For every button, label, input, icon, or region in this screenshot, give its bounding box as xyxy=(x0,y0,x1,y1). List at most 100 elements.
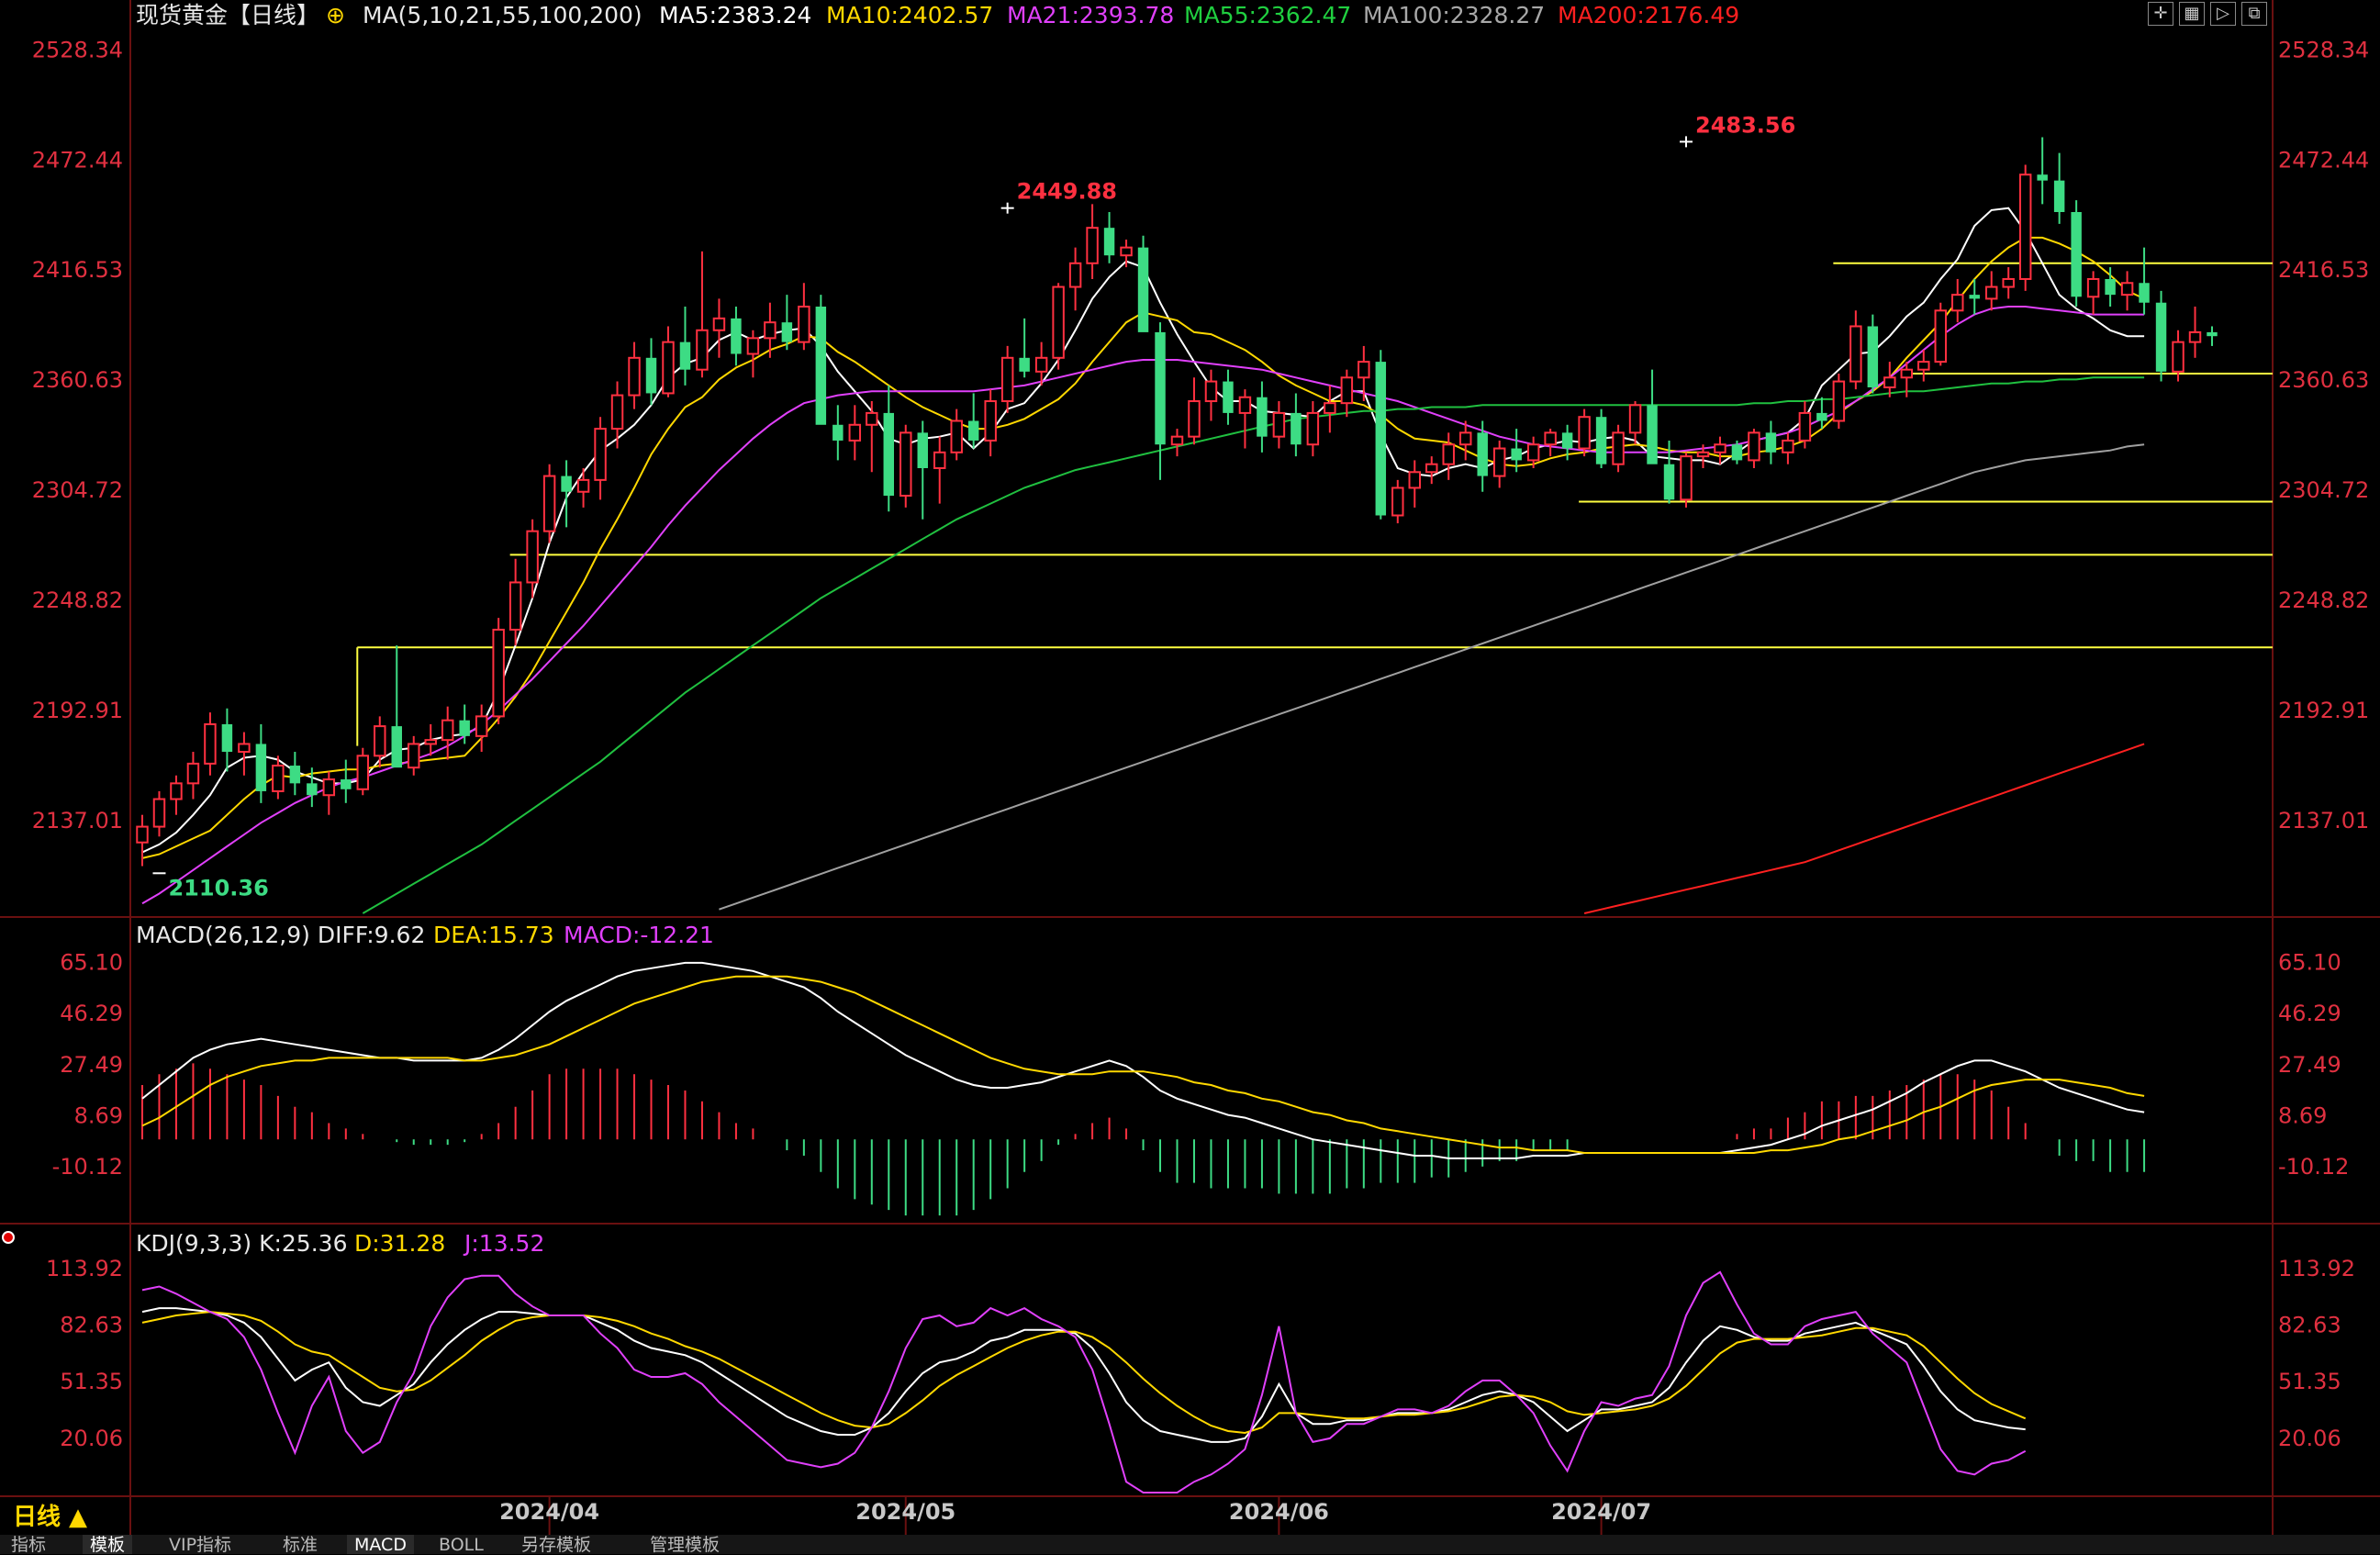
candle-body xyxy=(356,755,370,790)
candle xyxy=(1340,369,1354,418)
tab-3[interactable]: 标准 xyxy=(275,1535,325,1555)
settings-icon[interactable]: ⊕ xyxy=(326,2,345,28)
candle xyxy=(1000,345,1014,413)
candle-body xyxy=(917,432,928,468)
candle-body xyxy=(1832,380,1846,422)
tab-1[interactable]: 模板 xyxy=(83,1535,133,1555)
price-panel-header: 现货黄金【日线】 ⊕ MA(5,10,21,55,100,200) MA5:23… xyxy=(136,2,1739,28)
macd-tick-left: -10.12 xyxy=(52,1154,123,1180)
kdj-label[interactable]: KDJ(9,3,3) K:25.36 xyxy=(136,1230,347,1257)
candle-body xyxy=(1137,247,1149,332)
candle-body xyxy=(967,420,979,441)
candle-body xyxy=(1358,361,1370,379)
candle xyxy=(866,401,878,473)
candle-body xyxy=(424,739,437,745)
candle-body xyxy=(2155,302,2167,372)
date-tick-label: 2024/07 xyxy=(1551,1499,1651,1525)
kdj-tick-left: 82.63 xyxy=(60,1313,123,1338)
diff-line xyxy=(141,961,2145,1159)
candle-body xyxy=(848,423,862,442)
candle xyxy=(798,283,810,351)
play-icon[interactable]: ▷ xyxy=(2210,2,2236,26)
tab-7[interactable]: 管理模板 xyxy=(642,1535,727,1555)
candle-body xyxy=(1306,411,1320,446)
grid-icon[interactable]: ▦ xyxy=(2179,2,2205,26)
instrument-title[interactable]: 现货黄金【日线】 xyxy=(136,2,319,28)
candle-body xyxy=(1900,368,1914,379)
candle-body xyxy=(391,726,402,768)
candle xyxy=(917,420,928,520)
candle-body xyxy=(1257,397,1268,437)
price-tick-left: 2248.82 xyxy=(32,587,123,613)
candle-body xyxy=(832,424,844,441)
kdj-tick-right: 20.06 xyxy=(2278,1426,2341,1451)
tab-0[interactable]: 指标 xyxy=(4,1535,53,1555)
candle-body xyxy=(1680,455,1693,501)
kdj-panel-header: KDJ(9,3,3) K:25.36 D:31.28 J:13.52 xyxy=(136,1230,544,1257)
price-tick-right: 2248.82 xyxy=(2278,587,2369,613)
candle-body xyxy=(1561,432,1573,449)
candle xyxy=(815,295,827,425)
crosshair-icon[interactable]: ✛ xyxy=(2148,2,2173,26)
price-axes: 2528.34 2528.34 2472.44 2472.44 2416.53 2416.… xyxy=(32,37,2370,833)
macd-panel-header: MACD(26,12,9) DIFF:9.62 DEA:15.73 MACD:-… xyxy=(136,922,714,948)
candle xyxy=(832,405,844,461)
candle-body xyxy=(508,581,522,631)
candle-body xyxy=(341,779,352,789)
candle-body xyxy=(1612,431,1625,465)
macd-lines xyxy=(141,961,2145,1159)
candle-body xyxy=(322,778,336,797)
candle xyxy=(1408,460,1422,508)
tab-4[interactable]: MACD xyxy=(347,1535,414,1555)
candle xyxy=(2053,152,2065,224)
price-tick-right: 2360.63 xyxy=(2278,367,2369,393)
candle xyxy=(1204,369,1218,421)
candle-body xyxy=(594,428,607,481)
candle-body xyxy=(1019,357,1030,372)
candle-body xyxy=(1425,463,1438,474)
candle-body xyxy=(459,720,470,736)
candle-body xyxy=(1731,444,1743,461)
macd-label[interactable]: MACD(26,12,9) DIFF:9.62 xyxy=(136,922,425,948)
ma5-readout: MA5:2383.24 xyxy=(659,2,811,28)
price-tick-left: 2472.44 xyxy=(32,147,123,173)
candle xyxy=(204,712,217,776)
candle xyxy=(221,708,233,772)
candle xyxy=(1748,429,1760,468)
candle xyxy=(1086,204,1099,279)
candle xyxy=(933,436,946,504)
candle xyxy=(1170,429,1184,457)
candle xyxy=(984,389,997,457)
candle-body xyxy=(883,412,895,497)
candle xyxy=(1019,318,1030,378)
period-selector[interactable]: 日线 ▲ xyxy=(13,1498,87,1532)
tab-5[interactable]: BOLL xyxy=(431,1535,491,1555)
candle xyxy=(610,381,624,449)
candle xyxy=(356,747,370,796)
candle xyxy=(374,716,386,768)
record-icon[interactable] xyxy=(2,1231,15,1244)
candle xyxy=(2139,247,2150,315)
tab-2[interactable]: VIP指标 xyxy=(162,1535,239,1555)
candle-body xyxy=(2086,277,2100,298)
candle xyxy=(475,704,488,753)
candle xyxy=(712,298,726,358)
candle-body xyxy=(1477,432,1488,476)
candle xyxy=(1238,389,1252,449)
candle xyxy=(746,330,760,378)
candle-body xyxy=(764,321,777,340)
candle-body xyxy=(542,475,556,532)
candle-body xyxy=(1442,443,1455,465)
candle-body xyxy=(1647,405,1658,464)
ma-params-label[interactable]: MA(5,10,21,55,100,200) xyxy=(363,2,642,28)
candle xyxy=(1052,283,1065,370)
price-tick-left: 2304.72 xyxy=(32,477,123,503)
kdj-tick-left: 51.35 xyxy=(60,1369,123,1394)
price-tick-left: 2137.01 xyxy=(32,808,123,833)
expand-icon[interactable]: ⧉ xyxy=(2241,2,2267,26)
date-tick-label: 2024/04 xyxy=(499,1499,599,1525)
candle xyxy=(576,467,590,508)
tab-6[interactable]: 另存模板 xyxy=(514,1535,598,1555)
candle-body xyxy=(899,431,912,498)
candle xyxy=(1442,432,1455,480)
